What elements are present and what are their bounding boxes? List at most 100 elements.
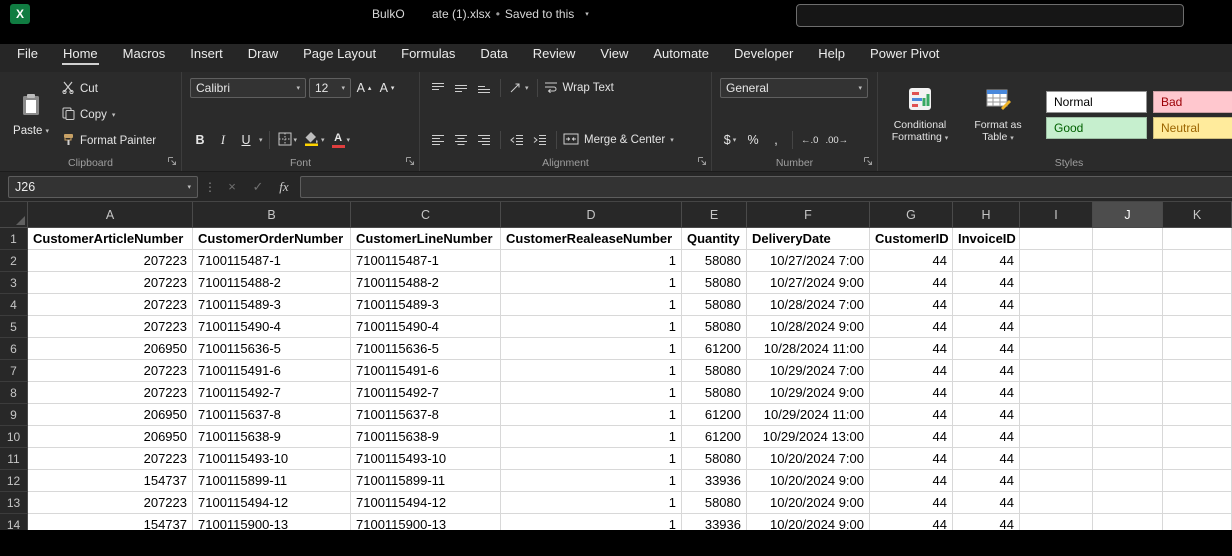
cell-A1[interactable]: CustomerArticleNumber xyxy=(28,228,193,250)
copy-button[interactable]: Copy ▾ xyxy=(62,106,156,124)
cell-J2[interactable] xyxy=(1093,250,1163,272)
cell-D7[interactable]: 1 xyxy=(501,360,682,382)
name-box[interactable]: J26 ▾ xyxy=(8,176,198,198)
cell-A6[interactable]: 206950 xyxy=(28,338,193,360)
cell-I4[interactable] xyxy=(1020,294,1093,316)
cell-A13[interactable]: 207223 xyxy=(28,492,193,514)
menu-tab-insert[interactable]: Insert xyxy=(189,44,224,65)
column-header-D[interactable]: D xyxy=(501,202,682,228)
column-header-I[interactable]: I xyxy=(1020,202,1093,228)
cell-E11[interactable]: 58080 xyxy=(682,448,747,470)
cell-F5[interactable]: 10/28/2024 9:00 xyxy=(747,316,870,338)
cell-F3[interactable]: 10/27/2024 9:00 xyxy=(747,272,870,294)
cell-G12[interactable]: 44 xyxy=(870,470,953,492)
cell-C8[interactable]: 7100115492-7 xyxy=(351,382,501,404)
cell-G10[interactable]: 44 xyxy=(870,426,953,448)
cell-E5[interactable]: 58080 xyxy=(682,316,747,338)
cell-A10[interactable]: 206950 xyxy=(28,426,193,448)
cell-C4[interactable]: 7100115489-3 xyxy=(351,294,501,316)
row-header-4[interactable]: 4 xyxy=(0,294,28,316)
cell-D8[interactable]: 1 xyxy=(501,382,682,404)
cell-A8[interactable]: 207223 xyxy=(28,382,193,404)
align-left-button[interactable] xyxy=(428,130,448,150)
font-dialog-launcher-icon[interactable] xyxy=(405,156,415,166)
cell-J9[interactable] xyxy=(1093,404,1163,426)
cell-E1[interactable]: Quantity xyxy=(682,228,747,250)
cell-K4[interactable] xyxy=(1163,294,1232,316)
font-name-select[interactable]: Calibri▾ xyxy=(190,78,306,98)
style-normal[interactable]: Normal xyxy=(1046,91,1147,113)
cell-A5[interactable]: 207223 xyxy=(28,316,193,338)
increase-font-size-button[interactable]: A▴ xyxy=(354,78,374,98)
cancel-button[interactable]: × xyxy=(222,179,242,194)
cell-I13[interactable] xyxy=(1020,492,1093,514)
cell-J13[interactable] xyxy=(1093,492,1163,514)
document-title[interactable]: ate (1).xlsx • Saved to this ▾ xyxy=(432,7,589,21)
cell-A4[interactable]: 207223 xyxy=(28,294,193,316)
cell-B3[interactable]: 7100115488-2 xyxy=(193,272,351,294)
menu-tab-formulas[interactable]: Formulas xyxy=(400,44,456,65)
row-header-1[interactable]: 1 xyxy=(0,228,28,250)
cell-K7[interactable] xyxy=(1163,360,1232,382)
clipboard-dialog-launcher-icon[interactable] xyxy=(167,156,177,166)
cell-G4[interactable]: 44 xyxy=(870,294,953,316)
cell-C10[interactable]: 7100115638-9 xyxy=(351,426,501,448)
cell-E4[interactable]: 58080 xyxy=(682,294,747,316)
cell-G1[interactable]: CustomerID xyxy=(870,228,953,250)
cell-K12[interactable] xyxy=(1163,470,1232,492)
enter-button[interactable]: ✓ xyxy=(248,179,268,195)
menu-tab-home[interactable]: Home xyxy=(62,44,99,65)
column-header-B[interactable]: B xyxy=(193,202,351,228)
insert-function-button[interactable]: fx xyxy=(274,179,294,195)
merge-center-button[interactable]: Merge & Center ▾ xyxy=(563,133,674,148)
cell-B11[interactable]: 7100115493-10 xyxy=(193,448,351,470)
cell-G11[interactable]: 44 xyxy=(870,448,953,470)
cell-I10[interactable] xyxy=(1020,426,1093,448)
cell-K10[interactable] xyxy=(1163,426,1232,448)
cell-K5[interactable] xyxy=(1163,316,1232,338)
cell-H4[interactable]: 44 xyxy=(953,294,1020,316)
cell-H5[interactable]: 44 xyxy=(953,316,1020,338)
formula-input[interactable] xyxy=(300,176,1232,198)
chevron-down-icon[interactable]: ▾ xyxy=(585,10,589,18)
row-header-9[interactable]: 9 xyxy=(0,404,28,426)
comma-style-button[interactable]: , xyxy=(766,130,786,150)
cell-A3[interactable]: 207223 xyxy=(28,272,193,294)
cell-D12[interactable]: 1 xyxy=(501,470,682,492)
column-header-E[interactable]: E xyxy=(682,202,747,228)
cell-E6[interactable]: 61200 xyxy=(682,338,747,360)
cell-A11[interactable]: 207223 xyxy=(28,448,193,470)
cell-F1[interactable]: DeliveryDate xyxy=(747,228,870,250)
column-header-F[interactable]: F xyxy=(747,202,870,228)
cell-G6[interactable]: 44 xyxy=(870,338,953,360)
cell-D4[interactable]: 1 xyxy=(501,294,682,316)
cell-J1[interactable] xyxy=(1093,228,1163,250)
italic-button[interactable]: I xyxy=(213,130,233,150)
cell-B10[interactable]: 7100115638-9 xyxy=(193,426,351,448)
cut-button[interactable]: Cut xyxy=(62,80,156,98)
cell-B8[interactable]: 7100115492-7 xyxy=(193,382,351,404)
paste-button[interactable]: Paste▾ xyxy=(6,78,56,152)
cell-F2[interactable]: 10/27/2024 7:00 xyxy=(747,250,870,272)
cell-D1[interactable]: CustomerRealeaseNumber xyxy=(501,228,682,250)
cell-E7[interactable]: 58080 xyxy=(682,360,747,382)
cell-I2[interactable] xyxy=(1020,250,1093,272)
cell-F6[interactable]: 10/28/2024 11:00 xyxy=(747,338,870,360)
cell-I7[interactable] xyxy=(1020,360,1093,382)
cell-D6[interactable]: 1 xyxy=(501,338,682,360)
menu-tab-power-pivot[interactable]: Power Pivot xyxy=(869,44,940,65)
format-as-table-button[interactable]: Format asTable ▾ xyxy=(962,78,1034,152)
row-header-11[interactable]: 11 xyxy=(0,448,28,470)
number-dialog-launcher-icon[interactable] xyxy=(863,156,873,166)
cell-H11[interactable]: 44 xyxy=(953,448,1020,470)
cell-G7[interactable]: 44 xyxy=(870,360,953,382)
cell-D5[interactable]: 1 xyxy=(501,316,682,338)
menu-tab-help[interactable]: Help xyxy=(817,44,846,65)
number-format-select[interactable]: General▾ xyxy=(720,78,868,98)
row-header-7[interactable]: 7 xyxy=(0,360,28,382)
cell-G2[interactable]: 44 xyxy=(870,250,953,272)
cell-F7[interactable]: 10/29/2024 7:00 xyxy=(747,360,870,382)
cell-F9[interactable]: 10/29/2024 11:00 xyxy=(747,404,870,426)
menu-tab-macros[interactable]: Macros xyxy=(122,44,167,65)
row-header-12[interactable]: 12 xyxy=(0,470,28,492)
